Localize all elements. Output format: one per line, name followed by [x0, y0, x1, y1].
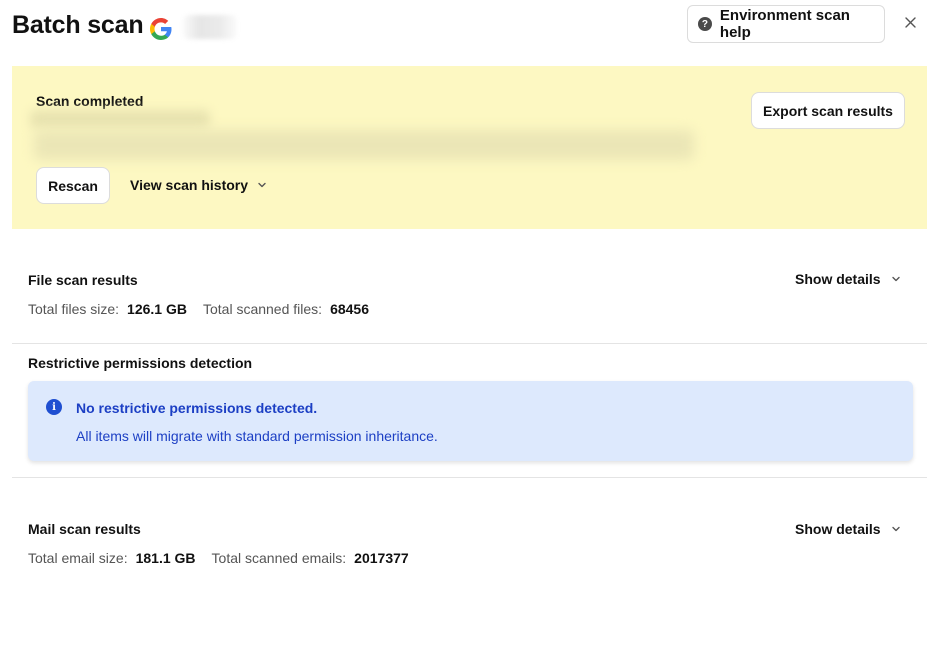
view-scan-history-dropdown[interactable]: View scan history — [130, 177, 267, 193]
page-title: Batch scan — [12, 11, 144, 39]
show-details-label: Show details — [795, 271, 881, 287]
help-button-label: Environment scan help — [719, 7, 850, 41]
file-scan-title: File scan results — [28, 272, 138, 288]
email-count-label: Total scanned emails: — [211, 550, 347, 566]
google-icon — [149, 17, 173, 41]
files-count-label: Total scanned files: — [202, 301, 323, 317]
email-size-label: Total email size: — [28, 550, 128, 566]
scan-status-title: Scan completed — [36, 93, 144, 109]
info-icon: i — [46, 399, 62, 415]
show-details-label: Show details — [795, 521, 881, 537]
mail-scan-stats: Total email size: 181.1 GB Total scanned… — [28, 550, 409, 566]
permissions-title: Restrictive permissions detection — [28, 355, 253, 371]
mail-scan-title: Mail scan results — [28, 521, 141, 537]
chevron-down-icon — [257, 180, 267, 190]
file-scan-show-details[interactable]: Show details — [795, 271, 901, 287]
files-count-value: 68456 — [330, 301, 369, 317]
file-scan-stats: Total files size: 126.1 GB Total scanned… — [28, 301, 369, 317]
close-button[interactable] — [900, 14, 920, 34]
email-count-value: 2017377 — [354, 550, 409, 566]
divider — [12, 343, 927, 344]
redacted-text — [30, 110, 210, 128]
redacted-text — [34, 130, 694, 160]
divider — [12, 477, 927, 478]
info-body: All items will migrate with standard per… — [76, 428, 438, 444]
files-size-label: Total files size: — [28, 301, 120, 317]
header: Batch scan ? Environment scan help — [12, 5, 927, 48]
chevron-down-icon — [891, 274, 901, 284]
scan-status-panel: Scan completed Export scan results Resca… — [12, 66, 927, 229]
files-size-value: 126.1 GB — [127, 301, 187, 317]
rescan-button[interactable]: Rescan — [36, 167, 110, 204]
info-title: No restrictive permissions detected. — [76, 400, 318, 416]
chevron-down-icon — [891, 524, 901, 534]
close-icon — [904, 15, 916, 33]
permissions-info-box: i No restrictive permissions detected. A… — [28, 381, 913, 461]
account-name-redacted — [183, 15, 237, 39]
help-icon: ? — [698, 17, 712, 31]
export-scan-results-button[interactable]: Export scan results — [751, 92, 905, 129]
email-size-value: 181.1 GB — [135, 550, 196, 566]
environment-scan-help-button[interactable]: ? Environment scan help — [687, 5, 885, 43]
view-scan-history-label: View scan history — [130, 177, 249, 193]
mail-scan-show-details[interactable]: Show details — [795, 521, 901, 537]
